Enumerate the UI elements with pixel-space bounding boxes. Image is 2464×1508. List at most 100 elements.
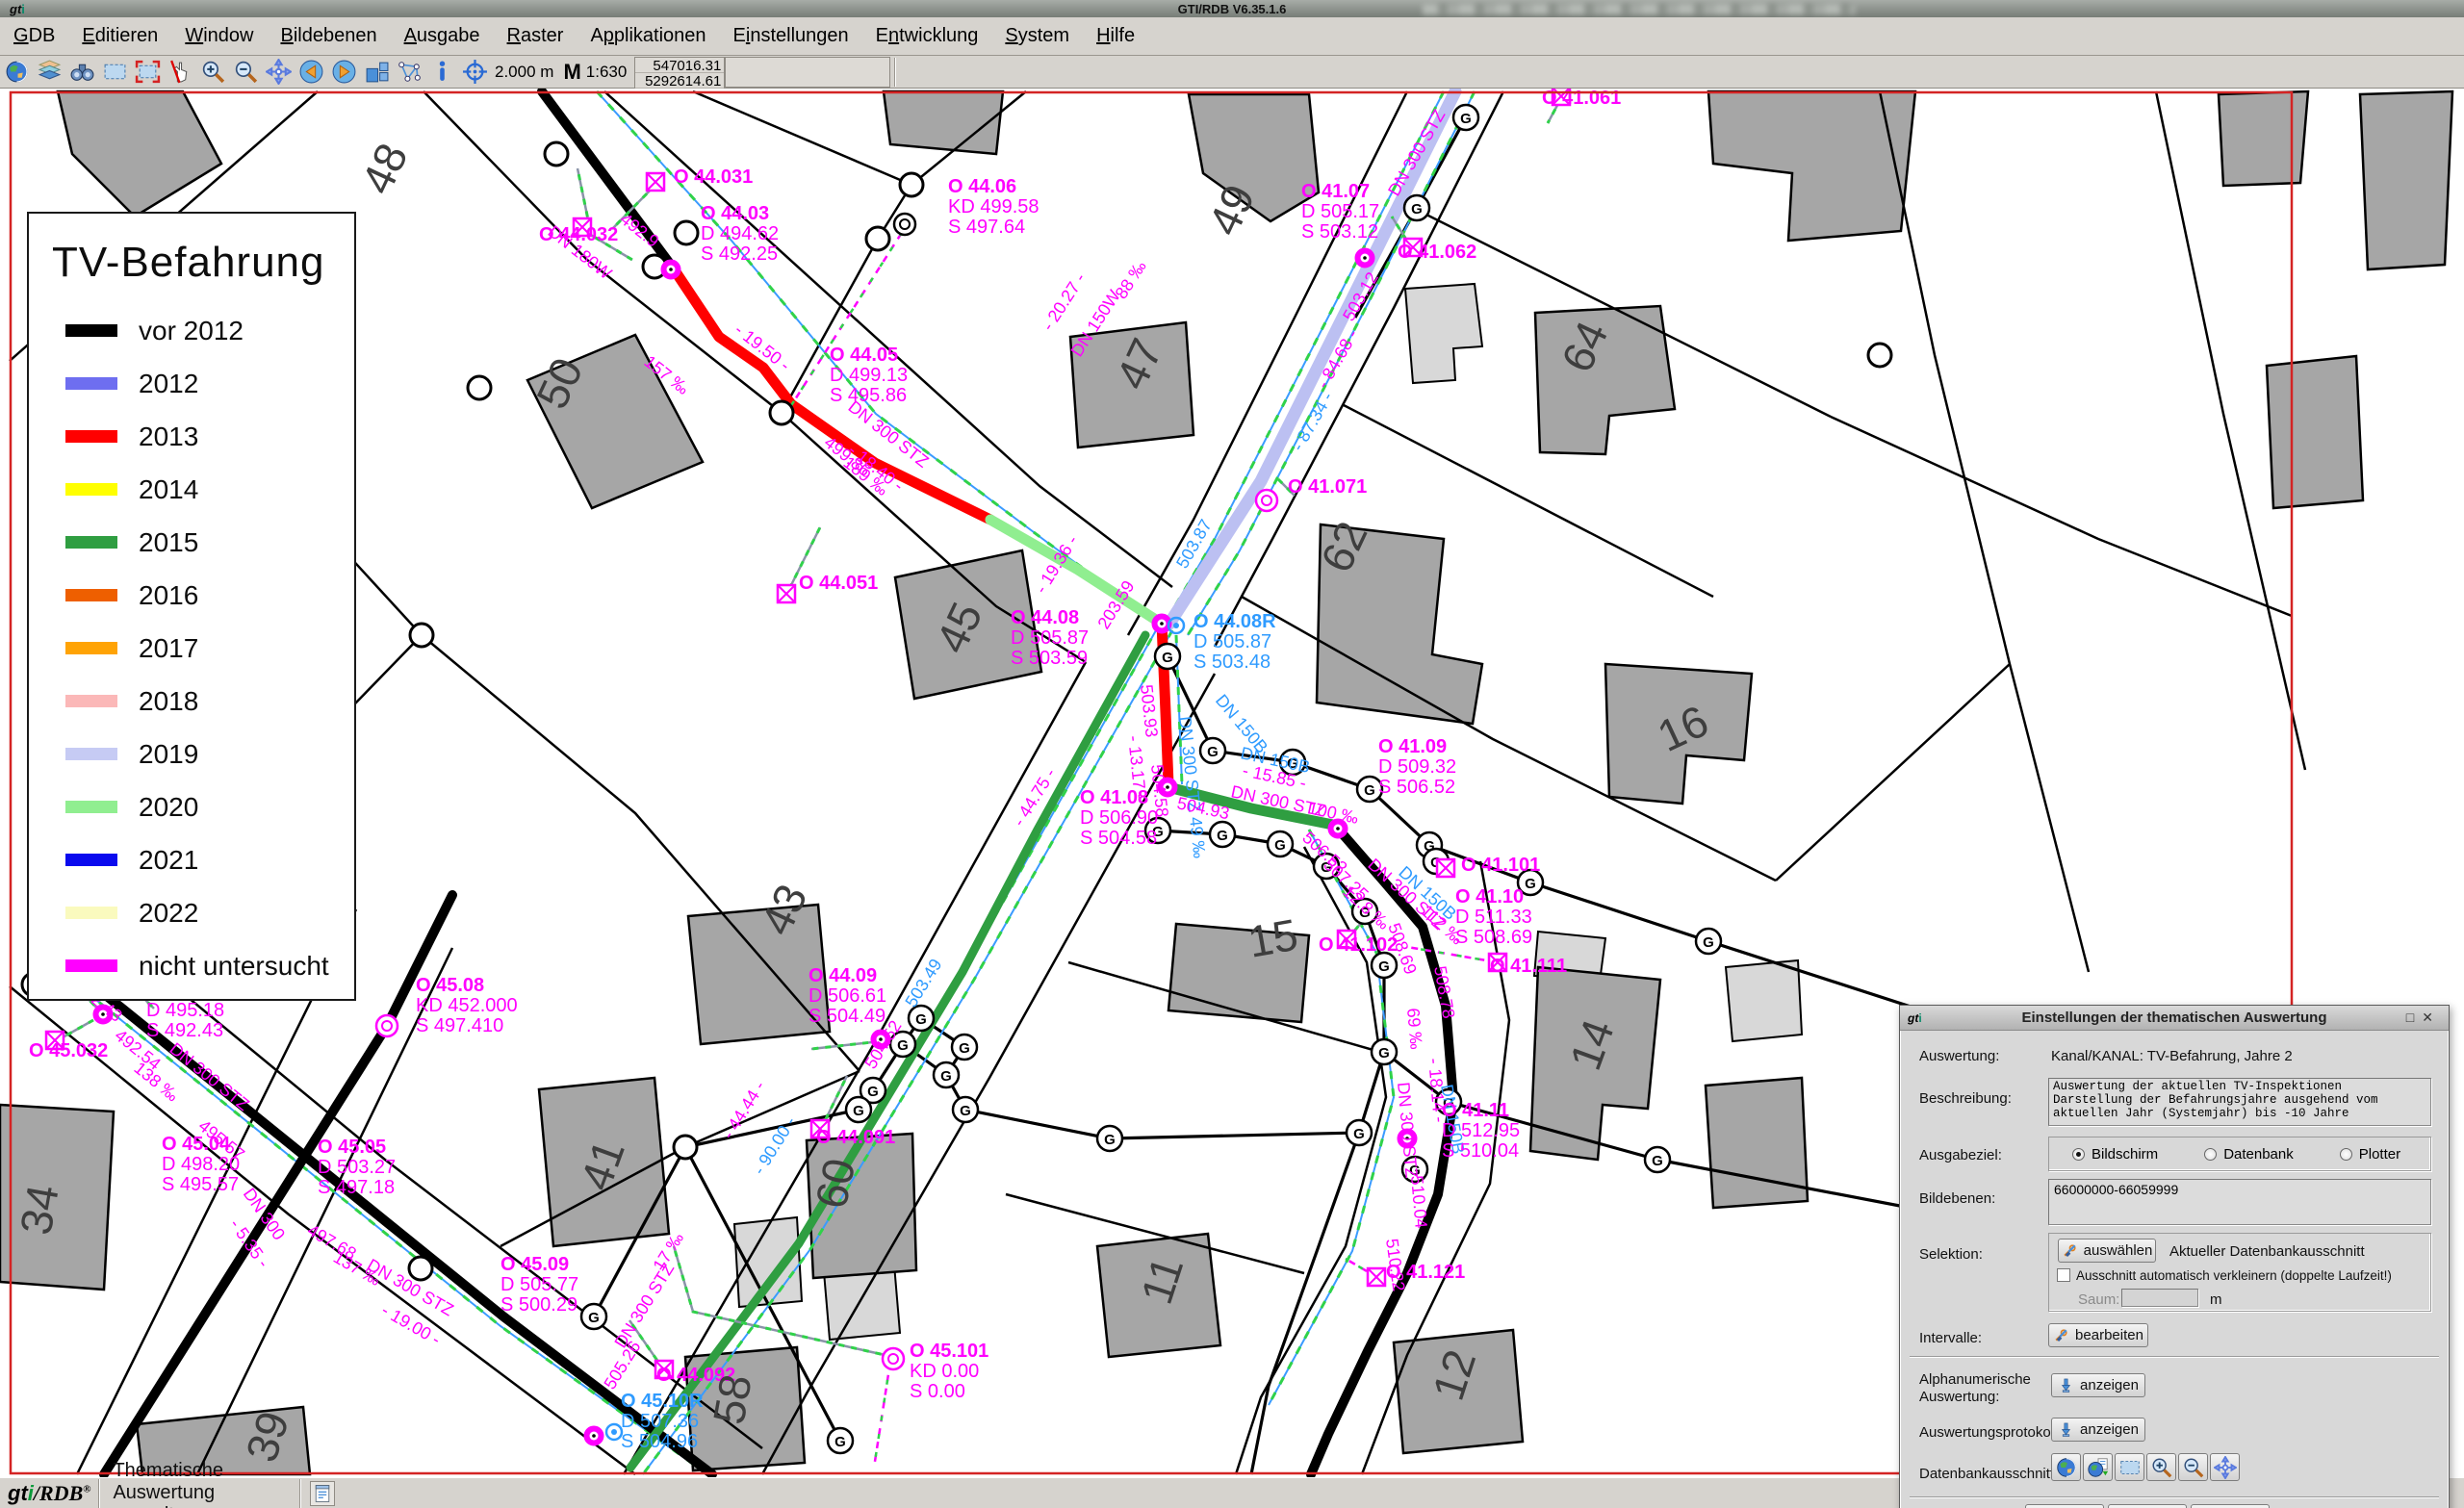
manhole-node[interactable] [1868, 344, 1891, 367]
dialog-separator [1910, 1496, 2439, 1498]
legend-entry: 2017 [65, 622, 354, 675]
bildebenen-textarea[interactable]: 66000000-66059999 [2048, 1179, 2431, 1225]
protokoll-anzeigen-button[interactable]: anzeigen [2051, 1418, 2145, 1442]
protocol-doc-icon[interactable] [310, 1481, 335, 1506]
menu-item-editieren[interactable]: Editieren [68, 19, 171, 53]
layers-icon[interactable] [34, 58, 64, 87]
menu-item-hilfe[interactable]: Hilfe [1083, 19, 1148, 53]
coordinate-display[interactable]: 547016.31 5292614.61 [634, 57, 725, 88]
dialog-close-icon[interactable]: ✕ [2422, 1010, 2441, 1025]
pointer-hand-icon[interactable] [165, 58, 195, 87]
manhole-node[interactable] [675, 221, 698, 244]
measure-value: 2.000 m [495, 63, 553, 82]
legend-entry: 2018 [65, 675, 354, 728]
dialog-minimize-icon[interactable]: □ [2406, 1010, 2422, 1025]
db-zoom-out-icon[interactable] [2178, 1453, 2208, 1481]
node-label: O 44.03D 494.62S 492.25 [701, 203, 779, 265]
beenden-button[interactable]: Beenden [2108, 1504, 2187, 1508]
application-window: gti GTI/RDB V6.35.1.6 GDBEditierenWindow… [0, 0, 2464, 1508]
legend-label: 2013 [139, 422, 198, 452]
redacted-title-text [1423, 4, 1856, 14]
dialog-title-bar[interactable]: gti Einstellungen der thematischen Auswe… [1900, 1006, 2449, 1031]
nav-back-icon[interactable] [295, 58, 326, 87]
db-globe-icon[interactable] [2051, 1453, 2081, 1481]
gas-node-label: G [1460, 111, 1472, 127]
node-label: O 44.09D 506.61S 504.49 [808, 965, 886, 1027]
menu-item-gdb[interactable]: GDB [0, 19, 68, 53]
manhole-node[interactable] [468, 376, 491, 399]
gas-node-label: G [1378, 1045, 1390, 1061]
radio-datenbank[interactable]: Datenbank [2204, 1146, 2294, 1163]
gas-node-label: G [1364, 782, 1375, 799]
manhole-node[interactable] [866, 227, 889, 250]
radio-plotter[interactable]: Plotter [2340, 1146, 2400, 1163]
node-label: O 41.071 [1288, 476, 1367, 498]
legend-swatch [65, 430, 117, 443]
node-label: O 44.031 [674, 166, 753, 188]
nav-forward-icon[interactable] [328, 58, 359, 87]
manhole-node[interactable] [409, 1257, 432, 1280]
auswertung-label: Auswertung: [1919, 1048, 1999, 1064]
selektion-status: Aktueller Datenbankausschnitt [2169, 1243, 2365, 1260]
menu-item-bildebenen[interactable]: Bildebenen [267, 19, 390, 53]
db-globe-refresh-icon[interactable] [2083, 1453, 2113, 1481]
zoom-in-icon[interactable] [197, 58, 228, 87]
bearbeiten-button[interactable]: bearbeiten [2048, 1323, 2148, 1347]
manhole-node[interactable] [900, 173, 923, 196]
status-separator [299, 1479, 300, 1508]
legend-label: nicht untersucht [139, 951, 329, 982]
saum-input[interactable] [2121, 1289, 2198, 1307]
select-rect-red-icon[interactable] [132, 58, 163, 87]
gas-node-label: G [1274, 837, 1286, 854]
menu-item-einstellungen[interactable]: Einstellungen [720, 19, 862, 53]
map-viewport[interactable]: GGGGGGGGGGGGGGGGGGGGGGGGGGGGGGGDN 300 ST… [0, 89, 2464, 1477]
alpha-anzeigen-button[interactable]: anzeigen [2051, 1373, 2145, 1397]
beschreibung-textarea[interactable]: Auswertung der aktuellen TV-Inspektionen… [2048, 1078, 2431, 1126]
menu-item-ausgabe[interactable]: Ausgabe [391, 19, 494, 53]
radio-bildschirm[interactable]: Bildschirm [2072, 1146, 2158, 1163]
starten-button[interactable]: Starten [2025, 1504, 2104, 1508]
menu-item-applikationen[interactable]: Applikationen [577, 19, 719, 53]
select-rect-icon[interactable] [99, 58, 130, 87]
polyline-network-icon[interactable] [394, 58, 424, 87]
gas-node-label: G [960, 1103, 971, 1119]
legend-label: 2017 [139, 633, 198, 664]
hilfe-button[interactable]: Hilfe [2191, 1504, 2270, 1508]
scale-value[interactable]: 1:630 [586, 63, 628, 82]
ausschnitt-checkbox[interactable] [2057, 1268, 2070, 1282]
toolbar-empty-field[interactable] [725, 57, 890, 88]
binoculars-icon[interactable] [66, 58, 97, 87]
gas-node-label: G [959, 1040, 970, 1057]
menu-item-system[interactable]: System [991, 19, 1083, 53]
menu-item-window[interactable]: Window [171, 19, 267, 53]
db-select-rect-icon[interactable] [2115, 1453, 2144, 1481]
legend-entries: vor 201220122013201420152016201720182019… [29, 304, 354, 992]
auswaehlen-button[interactable]: auswählen [2058, 1239, 2156, 1263]
menu-item-raster[interactable]: Raster [494, 19, 578, 53]
show-icon [2058, 1377, 2074, 1393]
manhole-node[interactable] [674, 1136, 697, 1159]
target-icon[interactable] [459, 58, 490, 87]
legend-swatch [65, 483, 117, 496]
info-icon[interactable] [426, 58, 457, 87]
db-zoom-in-icon[interactable] [2146, 1453, 2176, 1481]
alpha-label-line2: Auswertung: [1919, 1389, 1999, 1405]
node-label: O 45.032 [29, 1040, 108, 1061]
toolbar-icons [0, 58, 491, 87]
manhole-node[interactable] [545, 142, 568, 166]
menu-item-entwicklung[interactable]: Entwicklung [862, 19, 992, 53]
legend-entry: 2019 [65, 728, 354, 780]
db-pan-icon[interactable] [2210, 1453, 2240, 1481]
legend-swatch [65, 748, 117, 760]
title-bar[interactable]: gti GTI/RDB V6.35.1.6 [0, 0, 2464, 17]
pan-icon[interactable] [263, 58, 294, 87]
legend-swatch [65, 324, 117, 337]
gas-node-label: G [1207, 744, 1219, 760]
globe-icon[interactable] [1, 58, 32, 87]
manhole-node[interactable] [410, 624, 433, 647]
manhole-node[interactable] [770, 401, 793, 424]
node-label: O 45.09D 505.77S 500.29 [500, 1254, 578, 1316]
legend-swatch [65, 695, 117, 707]
zoom-out-icon[interactable] [230, 58, 261, 87]
tiles-icon[interactable] [361, 58, 392, 87]
